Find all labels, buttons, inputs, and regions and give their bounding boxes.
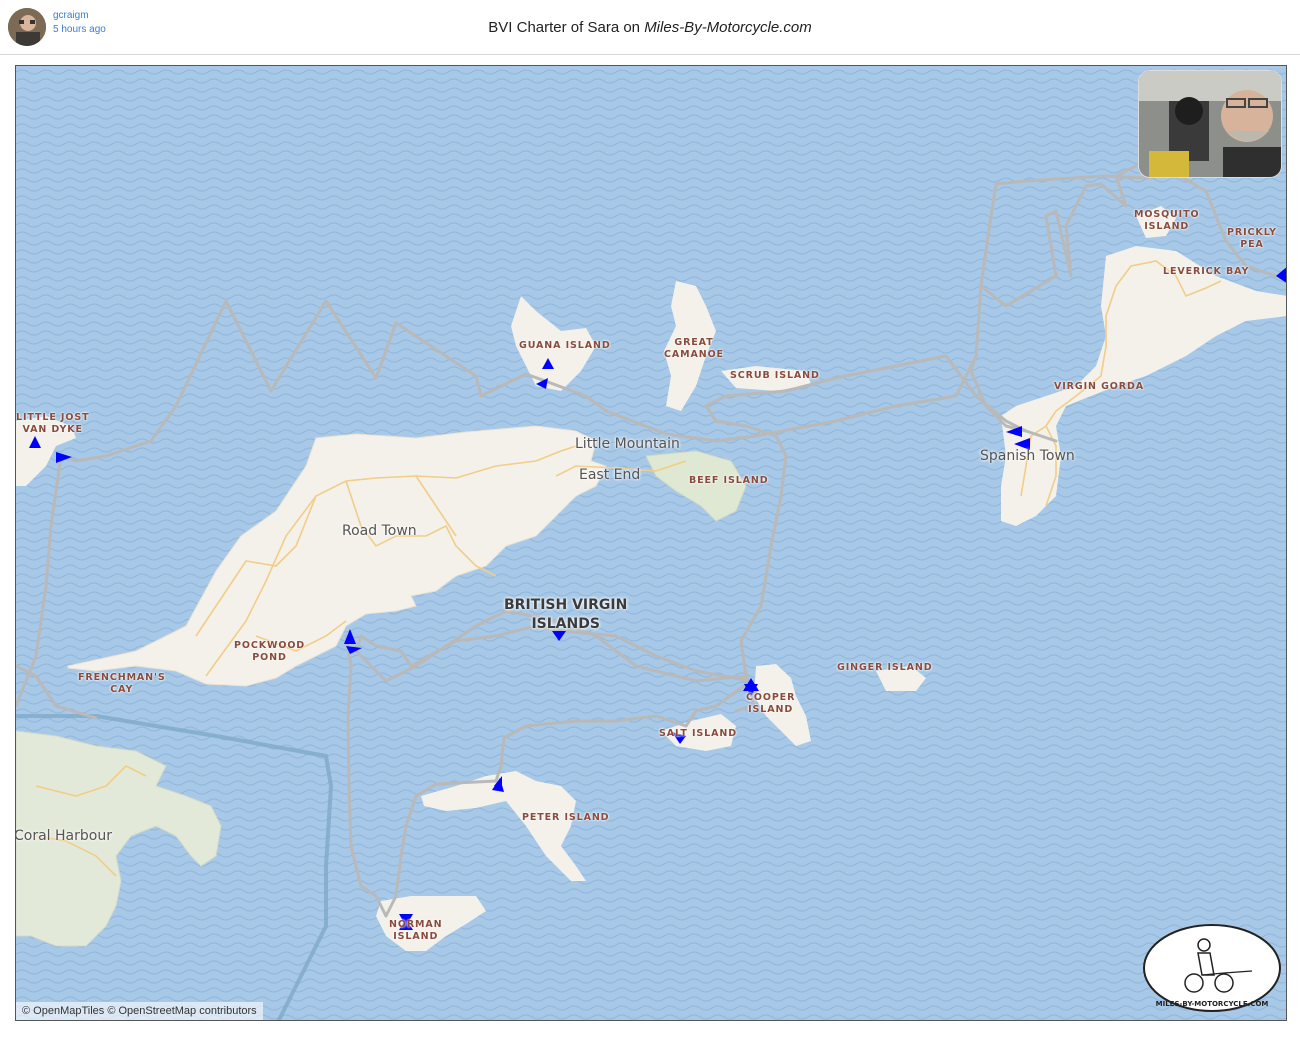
label-country: BRITISH VIRGIN ISLANDS [504, 597, 628, 632]
label-virgin-gorda: VIRGIN GORDA [1054, 381, 1145, 392]
label-beef-island: BEEF ISLAND [689, 475, 769, 486]
label-leverick-bay: LEVERICK BAY [1163, 266, 1250, 277]
page-title: BVI Charter of Sara on Miles-By-Motorcyc… [0, 19, 1300, 36]
label-frenchmans-cay: FRENCHMAN'S CAY [78, 672, 166, 695]
label-ginger-island: GINGER ISLAND [837, 662, 933, 673]
label-little-jost-van-dyke: LITTLE JOST VAN DYKE [16, 412, 90, 435]
site-logo[interactable]: MILES-BY-MOTORCYCLE.COM [1142, 923, 1282, 1013]
label-coral-harbour: Coral Harbour [15, 828, 112, 844]
label-road-town: Road Town [342, 523, 417, 539]
sea [16, 66, 1286, 1020]
label-prickly-pear: PRICKLY PEA [1227, 227, 1277, 250]
label-east-end: East End [579, 467, 641, 483]
label-guana-island: GUANA ISLAND [519, 340, 611, 351]
rider-photo[interactable] [1138, 70, 1282, 178]
label-norman-island: NORMAN ISLAND [389, 919, 443, 942]
label-pockwood-pond: POCKWOOD POND [234, 640, 306, 663]
site-name[interactable]: Miles-By-Motorcycle.com [644, 19, 812, 36]
title-text: BVI Charter of Sara on [488, 19, 645, 36]
label-salt-island: SALT ISLAND [659, 728, 737, 739]
label-mosquito-island: MOSQUITO ISLAND [1134, 209, 1200, 232]
post-header: gcraigm 5 hours ago BVI Charter of Sara … [0, 0, 1300, 55]
map-canvas [16, 66, 1286, 1020]
label-little-mountain: Little Mountain [575, 436, 680, 452]
logo-text: MILES-BY-MOTORCYCLE.COM [1156, 1000, 1269, 1008]
label-cooper-island: COOPER ISLAND [746, 692, 796, 715]
label-peter-island: PETER ISLAND [522, 812, 610, 823]
label-great-camanoe: GREAT CAMANOE [664, 337, 724, 360]
map-attribution[interactable]: © OpenMapTiles © OpenStreetMap contribut… [16, 1002, 263, 1020]
label-spanish-town: Spanish Town [980, 448, 1075, 464]
route-map[interactable]: LITTLE JOST VAN DYKE GUANA ISLAND GREAT … [15, 65, 1287, 1021]
label-scrub-island: SCRUB ISLAND [730, 370, 820, 381]
